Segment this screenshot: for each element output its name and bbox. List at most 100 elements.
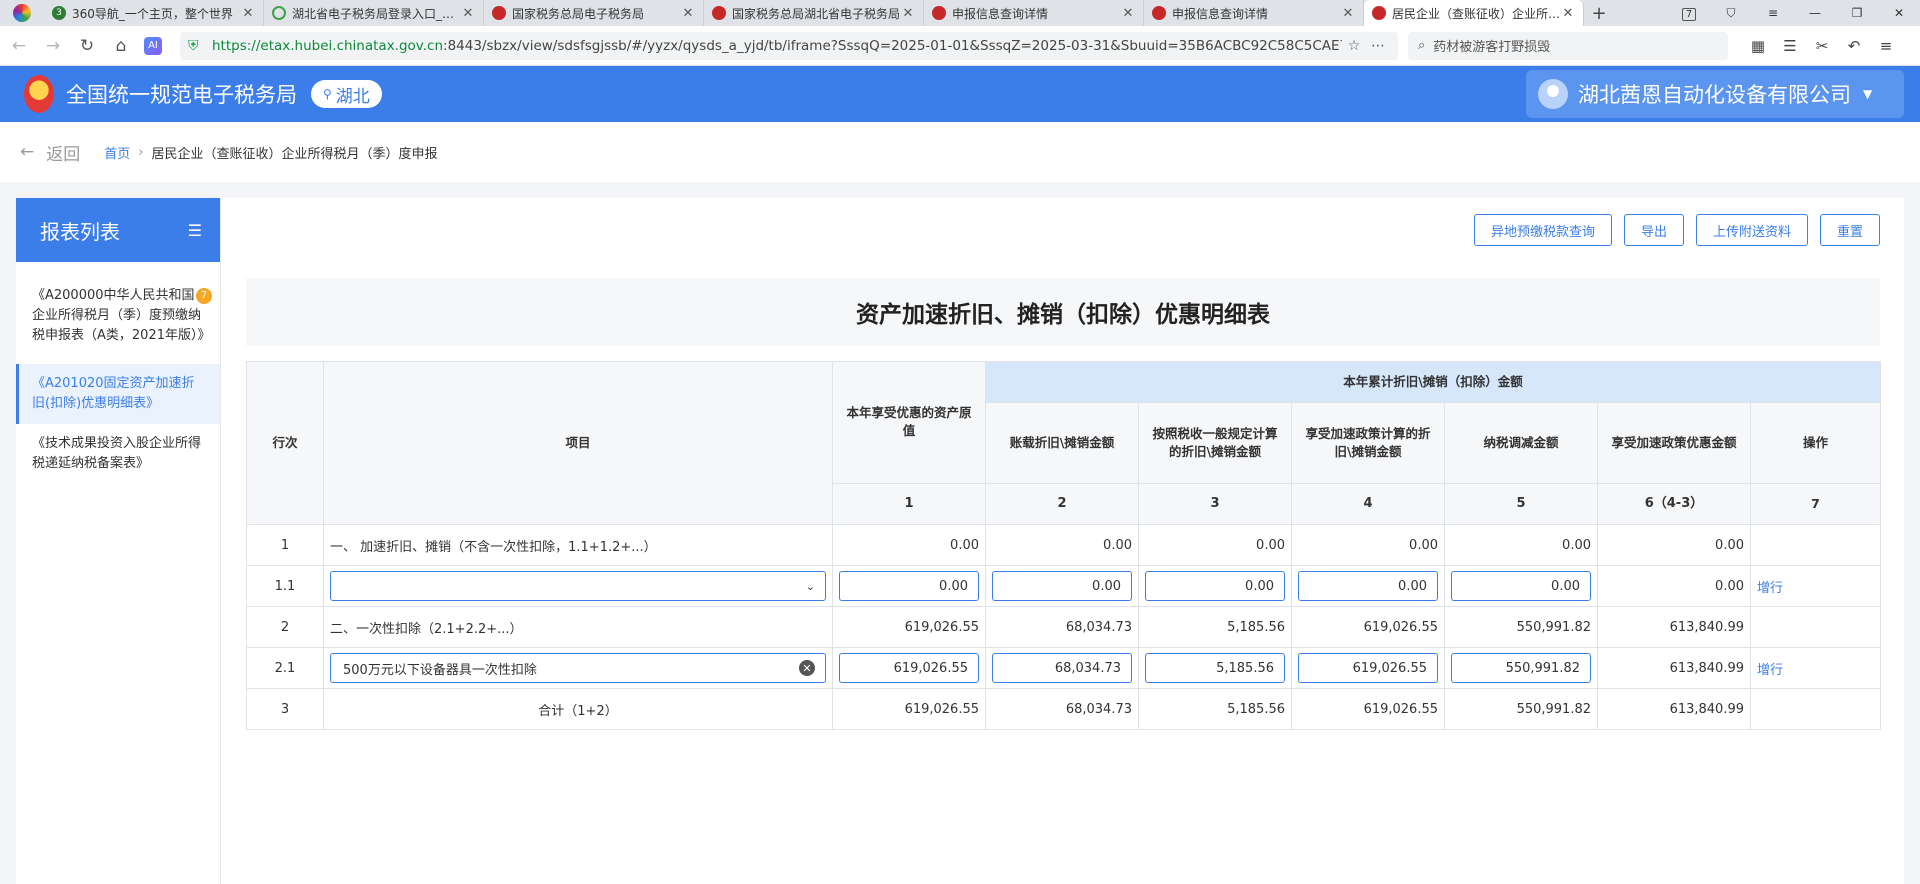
tab-search-icon xyxy=(272,6,286,20)
breadcrumb-current: 居民企业（查账征收）企业所得税月（季）度申报 xyxy=(151,146,438,162)
more-dots-icon[interactable]: ⋯ xyxy=(1366,38,1390,54)
general-amount-input[interactable]: 5,185.56 xyxy=(1145,653,1285,683)
browser-logo-icon[interactable] xyxy=(0,0,44,26)
upload-attachments-button[interactable]: 上传附送资料 xyxy=(1695,214,1808,246)
remote-prepay-query-button[interactable]: 异地预缴税款查询 xyxy=(1473,214,1612,246)
reset-button[interactable]: 重置 xyxy=(1819,214,1880,246)
cell-benefit-amount: 613,840.99 xyxy=(1597,647,1751,689)
orig-value-input[interactable]: 619,026.55 xyxy=(839,653,979,683)
cell-accel-amount: 619,026.55 xyxy=(1291,688,1445,730)
browser-tab-1[interactable]: 3 360导航_一个主页，整个世界 ✕ xyxy=(44,0,264,26)
minimize-icon[interactable]: — xyxy=(1794,6,1836,20)
sidebar-item-tech-investment[interactable]: 《技术成果投资入股企业所得税递延纳税备案表》 xyxy=(16,424,220,484)
browser-menu-icon[interactable]: ≡ xyxy=(1870,37,1902,55)
undo-icon[interactable]: ↶ xyxy=(1838,37,1870,55)
back-arrow-icon[interactable]: ← xyxy=(4,31,34,61)
national-emblem-icon xyxy=(24,75,54,113)
cell-orig-value: 0.00 xyxy=(832,565,986,607)
cell-operation: 增行 xyxy=(1749,647,1882,689)
cell-general-amount: 0.00 xyxy=(1138,565,1292,607)
app-header: 全国统一规范电子税务局 ⚲ 湖北 湖北茜恩自动化设备有限公司 ▼ xyxy=(0,66,1920,122)
col-number: 1 xyxy=(832,482,986,526)
back-button[interactable]: ← 返回 xyxy=(20,140,80,165)
browser-tab-6[interactable]: 申报信息查询详情 ✕ xyxy=(1144,0,1364,26)
url-path: :8443/sbzx/view/sdsfsgjssb/#/yyzx/qysds_… xyxy=(443,37,1342,54)
cell-book-amount: 0.00 xyxy=(985,524,1139,566)
tab-count-icon[interactable]: 7 xyxy=(1668,6,1710,21)
tab-close-icon[interactable]: ✕ xyxy=(901,6,915,21)
company-account-menu[interactable]: 湖北茜恩自动化设备有限公司 ▼ xyxy=(1526,70,1904,118)
book-amount-input[interactable]: 0.00 xyxy=(992,571,1132,601)
row-number: 1.1 xyxy=(246,565,324,607)
bookmark-star-icon[interactable]: ☆ xyxy=(1342,38,1366,54)
general-amount-input[interactable]: 0.00 xyxy=(1145,571,1285,601)
cell-adjust-amount: 0.00 xyxy=(1444,565,1598,607)
row-item: 二、一次性扣除（2.1+2.2+...） xyxy=(323,606,833,648)
sidebar-item-label: 《A201020固定资产加速折旧(扣除)优惠明细表》 xyxy=(32,376,195,411)
caret-down-icon: ▼ xyxy=(1863,87,1873,101)
clear-selection-icon[interactable]: ✕ xyxy=(799,660,815,676)
book-amount-input[interactable]: 68,034.73 xyxy=(992,653,1132,683)
forward-arrow-icon[interactable]: → xyxy=(38,31,68,61)
accel-amount-input[interactable]: 619,026.55 xyxy=(1298,653,1438,683)
browser-tab-2[interactable]: 湖北省电子税务局登录入口_360搜索 ✕ xyxy=(264,0,484,26)
collapse-menu-icon[interactable]: ☰ xyxy=(188,221,202,240)
ai-assistant-icon[interactable]: AI xyxy=(144,36,162,55)
tab-close-icon[interactable]: ✕ xyxy=(1561,6,1575,21)
tab-title: 申报信息查询详情 xyxy=(1172,6,1269,21)
new-tab-plus-icon[interactable]: + xyxy=(1584,0,1614,26)
tab-tax-emblem-icon xyxy=(932,6,946,20)
browser-tab-3[interactable]: 国家税务总局电子税务局 ✕ xyxy=(484,0,704,26)
deduction-type-select[interactable]: 500万元以下设备器具一次性扣除 ✕ xyxy=(330,653,826,683)
favorites-list-icon[interactable]: ☰ xyxy=(1774,37,1806,55)
restore-icon[interactable]: ❐ xyxy=(1836,6,1878,20)
app-title: 全国统一规范电子税务局 xyxy=(66,83,297,107)
breadcrumb: 首页 › 居民企业（查账征收）企业所得税月（季）度申报 xyxy=(104,143,437,162)
chevron-right-icon: › xyxy=(138,144,144,160)
shirt-skin-icon[interactable]: ⛉ xyxy=(1710,6,1752,21)
export-button[interactable]: 导出 xyxy=(1623,214,1684,246)
cell-general-amount: 5,185.56 xyxy=(1138,647,1292,689)
browser-toolbar: ▦ ☰ ✂ ↶ ≡ xyxy=(1742,37,1902,55)
browser-tab-5[interactable]: 申报信息查询详情 ✕ xyxy=(924,0,1144,26)
url-field[interactable]: ⛨ https://etax.hubei.chinatax.gov.cn:844… xyxy=(180,31,1398,60)
depreciation-detail-table: 行次 项目 本年享受优惠的资产原值 本年累计折旧\摊销（扣除）金额 账载折旧\摊… xyxy=(246,361,1882,730)
cell-accel-amount: 619,026.55 xyxy=(1291,647,1445,689)
add-row-link[interactable]: 增行 xyxy=(1757,663,1783,678)
cell-book-amount: 0.00 xyxy=(985,565,1139,607)
cell-accel-amount: 0.00 xyxy=(1291,524,1445,566)
tab-close-icon[interactable]: ✕ xyxy=(241,6,255,21)
adjust-amount-input[interactable]: 0.00 xyxy=(1451,571,1591,601)
sidebar-item-a201020[interactable]: 《A201020固定资产加速折旧(扣除)优惠明细表》 xyxy=(16,364,220,424)
adjust-amount-input[interactable]: 550,991.82 xyxy=(1451,653,1591,683)
browser-tab-7-active[interactable]: 居民企业（查账征收）企业所得税月（季）度申报 ✕ xyxy=(1364,0,1584,26)
browser-search-box[interactable]: ⌕ 药材被游客打野损毁 xyxy=(1408,31,1728,60)
col-number: 3 xyxy=(1138,482,1292,526)
orig-value-input[interactable]: 0.00 xyxy=(839,571,979,601)
cell-adjust-amount: 550,991.82 xyxy=(1444,688,1598,730)
tab-close-icon[interactable]: ✕ xyxy=(1341,6,1355,21)
home-icon[interactable]: ⌂ xyxy=(106,31,136,61)
header-orig-value: 本年享受优惠的资产原值 xyxy=(832,361,986,484)
apps-grid-icon[interactable]: ▦ xyxy=(1742,37,1774,55)
breadcrumb-home-link[interactable]: 首页 xyxy=(104,143,130,162)
reload-icon[interactable]: ↻ xyxy=(72,31,102,61)
add-row-link[interactable]: 增行 xyxy=(1757,581,1783,596)
scissors-icon[interactable]: ✂ xyxy=(1806,37,1838,55)
header-general-amount: 按照税收一般规定计算的折旧\摊销金额 xyxy=(1138,402,1292,484)
close-window-icon[interactable]: ✕ xyxy=(1878,6,1920,20)
cell-orig-value: 619,026.55 xyxy=(832,647,986,689)
tab-close-icon[interactable]: ✕ xyxy=(1121,6,1135,21)
region-switch[interactable]: ⚲ 湖北 xyxy=(311,80,382,108)
sidebar-item-a200000[interactable]: 《A200000中华人民共和国企业所得税月（季）度预缴纳税申报表（A类，2021… xyxy=(16,276,220,356)
tab-close-icon[interactable]: ✕ xyxy=(461,6,475,21)
accel-amount-input[interactable]: 0.00 xyxy=(1298,571,1438,601)
cell-orig-value: 619,026.55 xyxy=(832,606,986,648)
asset-type-select[interactable]: ⌄ xyxy=(330,571,826,601)
col-number: 7 xyxy=(1751,483,1881,524)
menu-lines-icon[interactable]: ≡ xyxy=(1752,6,1794,20)
tab-close-icon[interactable]: ✕ xyxy=(681,6,695,21)
browser-tab-4[interactable]: 国家税务总局湖北省电子税务局 ✕ xyxy=(704,0,924,26)
cell-book-amount: 68,034.73 xyxy=(985,647,1139,689)
cell-book-amount: 68,034.73 xyxy=(985,688,1139,730)
